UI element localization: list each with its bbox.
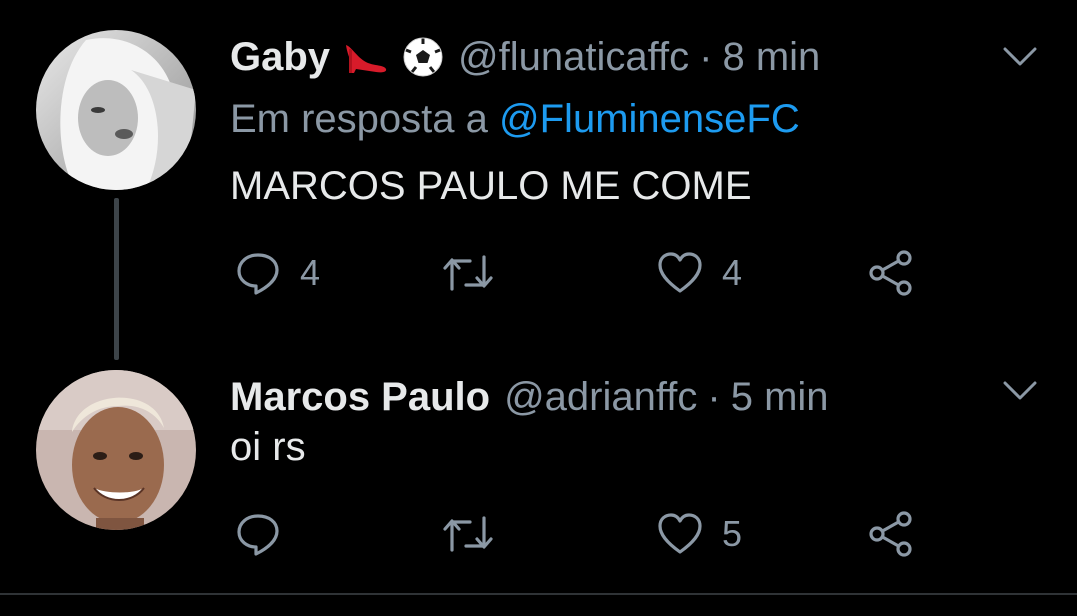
- retweet-icon: [443, 255, 493, 291]
- avatar[interactable]: [36, 30, 196, 190]
- soccer-ball-icon: [402, 36, 444, 78]
- avatar[interactable]: [36, 370, 196, 530]
- reply-button[interactable]: [234, 509, 300, 559]
- chevron-down-icon[interactable]: [1000, 42, 1040, 72]
- like-count: 5: [722, 513, 743, 554]
- timestamp[interactable]: 5 min: [731, 374, 829, 420]
- like-button[interactable]: 4: [656, 248, 742, 298]
- reply-mention-link[interactable]: @FluminenseFC: [499, 97, 800, 141]
- separator: ·: [707, 375, 721, 419]
- thread-line: [114, 198, 119, 360]
- reply-context: Em resposta a @FluminenseFC: [230, 96, 800, 142]
- display-name[interactable]: Marcos Paulo: [230, 374, 490, 420]
- like-button[interactable]: 5: [656, 509, 742, 559]
- retweet-button[interactable]: [440, 509, 514, 559]
- retweet-icon: [443, 516, 493, 552]
- high-heel-icon: [342, 37, 390, 77]
- reply-icon: [237, 514, 279, 556]
- share-icon: [869, 250, 912, 296]
- tweet[interactable]: Gaby @flunaticaffc · 8 min Em resposta a…: [0, 0, 1077, 360]
- heart-icon: [658, 252, 702, 293]
- tweet-header: Gaby @flunaticaffc · 8 min: [230, 34, 820, 80]
- display-name[interactable]: Gaby: [230, 34, 330, 80]
- reply-prefix: Em resposta a: [230, 97, 488, 141]
- separator: ·: [699, 35, 713, 79]
- share-button[interactable]: [866, 248, 916, 298]
- tweet-actions: 4 4: [230, 248, 950, 298]
- tweet-text: oi rs: [230, 425, 306, 469]
- handle[interactable]: @adrianffc: [504, 374, 697, 420]
- reply-count: 4: [300, 252, 321, 293]
- handle[interactable]: @flunaticaffc: [458, 34, 689, 80]
- timestamp[interactable]: 8 min: [722, 34, 820, 80]
- tweet-actions: 5: [230, 509, 950, 559]
- heart-icon: [658, 513, 702, 554]
- retweet-button[interactable]: [440, 248, 514, 298]
- share-button[interactable]: [866, 509, 916, 559]
- chevron-down-icon[interactable]: [1000, 376, 1040, 406]
- tweet[interactable]: Marcos Paulo @adrianffc · 5 min oi rs 5: [0, 340, 1077, 590]
- reply-button[interactable]: 4: [234, 248, 320, 298]
- tweet-header: Marcos Paulo @adrianffc · 5 min: [230, 374, 829, 420]
- share-icon: [869, 511, 912, 557]
- tweet-text: MARCOS PAULO ME COME: [230, 164, 752, 208]
- divider: [0, 593, 1077, 595]
- like-count: 4: [722, 252, 743, 293]
- reply-icon: [237, 253, 279, 295]
